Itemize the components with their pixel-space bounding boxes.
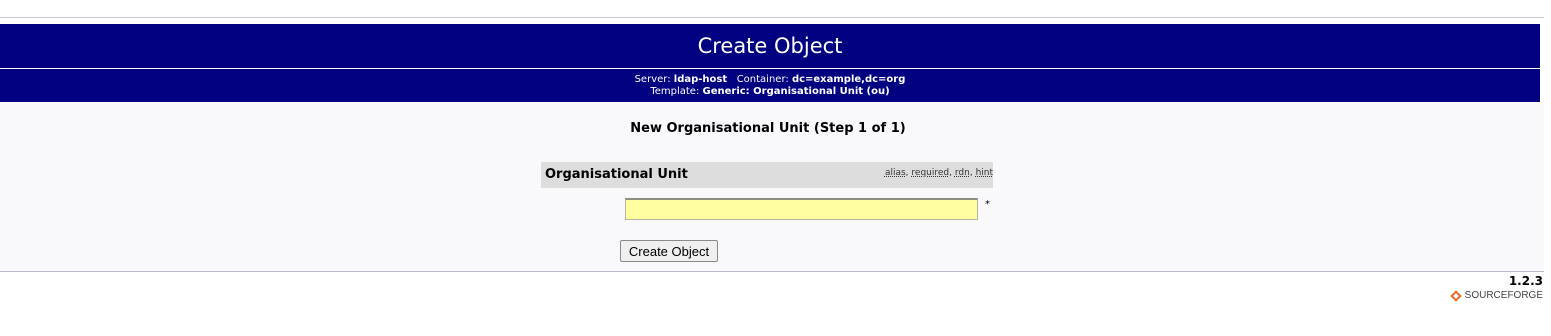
attribute-header: Organisational Unit alias, required, rdn…: [541, 162, 993, 188]
hint-hint[interactable]: hint: [976, 168, 993, 178]
sourceforge-logo-text: SOURCEFORGE: [1464, 290, 1543, 301]
hint-alias[interactable]: alias: [885, 168, 906, 178]
version-label: 1.2.3: [1508, 274, 1543, 288]
server-value: ldap-host: [673, 74, 728, 85]
server-container-line: Server: ldap-host Container: dc=example,…: [0, 74, 1540, 86]
sourceforge-logo[interactable]: SOURCEFORGE: [1449, 289, 1543, 302]
container-label: Container:: [736, 74, 789, 85]
hint-required[interactable]: required: [911, 168, 949, 178]
template-label: Template:: [650, 86, 700, 97]
server-info-bar: Server: ldap-host Container: dc=example,…: [0, 69, 1540, 102]
step-title: New Organisational Unit (Step 1 of 1): [630, 121, 906, 136]
attribute-hints: alias, required, rdn, hint: [884, 168, 993, 178]
create-object-form: New Organisational Unit (Step 1 of 1) Or…: [0, 103, 1544, 271]
sourceforge-diamond-icon: [1449, 289, 1462, 302]
required-marker: *: [985, 199, 990, 210]
organisational-unit-input[interactable]: [625, 198, 978, 220]
template-line: Template: Generic: Organisational Unit (…: [0, 86, 1540, 98]
top-divider: [0, 17, 1544, 18]
page-title-bar: Create Object: [0, 24, 1540, 68]
server-label: Server:: [634, 74, 671, 85]
page-title: Create Object: [697, 34, 843, 58]
attribute-label: Organisational Unit: [545, 167, 688, 182]
hint-rdn[interactable]: rdn: [955, 168, 970, 178]
bottom-divider: [0, 271, 1544, 272]
template-value: Generic: Organisational Unit (ou): [702, 86, 890, 97]
create-object-button[interactable]: Create Object: [620, 240, 718, 262]
container-value: dc=example,dc=org: [791, 74, 906, 85]
